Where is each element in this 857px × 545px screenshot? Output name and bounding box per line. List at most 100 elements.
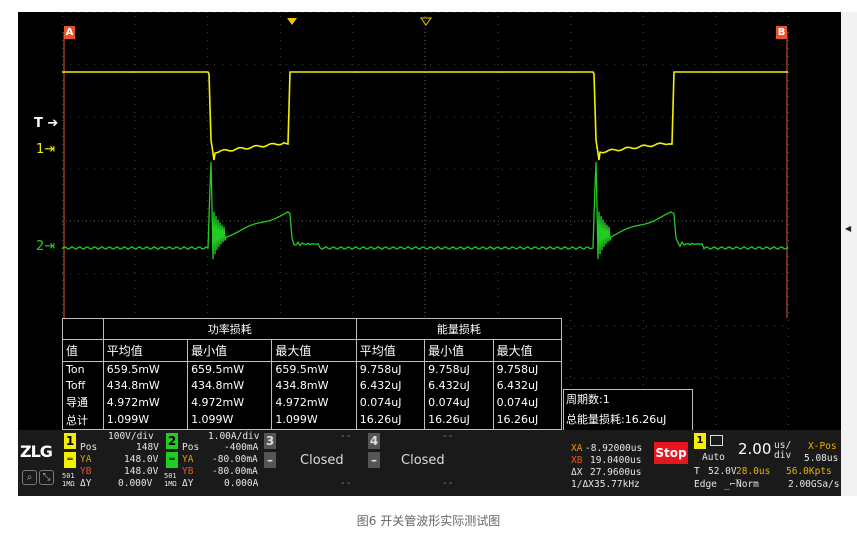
grid-dot	[214, 116, 215, 118]
grid-dot	[230, 64, 231, 66]
period-count: 周期数:1	[566, 393, 610, 406]
ch3-dy: --	[340, 478, 352, 489]
trigger-position-icon[interactable]	[287, 18, 297, 25]
grid-dot	[694, 116, 695, 118]
trigger-source-badge[interactable]: 1	[694, 433, 706, 449]
grid-dot	[630, 168, 631, 170]
trigger-level-marker[interactable]: T ➔	[34, 116, 58, 131]
table-cell: 1.099W	[187, 410, 273, 430]
grid-dot	[374, 64, 375, 66]
grid-dot	[642, 280, 644, 281]
grid-dot	[62, 12, 63, 13]
grid-dot	[470, 168, 471, 170]
search-icon[interactable]: ⌕	[22, 470, 37, 485]
ch2-number[interactable]: 2	[166, 433, 178, 449]
grid-dot	[788, 120, 789, 121]
grid-dot	[279, 80, 281, 81]
grid-dot	[642, 192, 644, 193]
zoom-icon[interactable]: ⤡	[39, 470, 54, 485]
grid-dot	[134, 112, 136, 113]
grid-dot	[352, 48, 354, 49]
grid-dot	[654, 116, 655, 118]
ch1-offset-marker[interactable]: 1⇥	[36, 142, 55, 157]
grid-dot	[207, 272, 209, 273]
grid-dot	[750, 116, 751, 118]
grid-dot	[758, 325, 759, 327]
ch1-number[interactable]: 1	[64, 433, 76, 449]
ch2-coupling-icon: ═	[166, 452, 178, 468]
grid-dot	[438, 116, 439, 118]
grid-dot	[788, 128, 789, 129]
ch2-offset-marker[interactable]: 2⇥	[36, 239, 55, 254]
grid-dot	[642, 152, 644, 153]
ch2-impedance-2: 1MΩ	[164, 480, 177, 488]
grid-dot	[110, 273, 111, 275]
grid-dot	[642, 32, 644, 33]
grid-dot	[406, 64, 407, 66]
grid-dot	[788, 160, 789, 161]
timebase-value[interactable]: 2.00	[738, 440, 771, 458]
ch4-scale: --	[442, 431, 454, 442]
ch4-number[interactable]: 4	[368, 433, 380, 449]
ch3-number[interactable]: 3	[264, 433, 276, 449]
grid-dot	[134, 288, 136, 289]
grid-dot	[788, 264, 789, 265]
grid-dot	[230, 273, 231, 275]
side-panel-handle[interactable]: ◀	[841, 12, 857, 496]
grid-dot	[497, 120, 499, 121]
grid-dot	[286, 12, 287, 13]
grid-dot	[570, 104, 572, 105]
grid-dot	[352, 200, 354, 201]
grid-dot	[110, 64, 111, 66]
cursor-b-label[interactable]: B	[776, 26, 787, 39]
grid-dot	[606, 64, 607, 66]
grid-dot	[62, 240, 63, 241]
grid-dot	[494, 273, 495, 275]
grid-dot	[726, 116, 727, 118]
grid-dot	[558, 64, 559, 66]
ch4-state: Closed	[401, 453, 445, 468]
grid-dot	[642, 24, 644, 25]
table-cell: 6.432uJ	[492, 377, 563, 394]
grid-dot	[662, 12, 663, 13]
grid-dot	[352, 208, 354, 209]
grid-dot	[134, 208, 136, 209]
grid-dot	[510, 168, 511, 170]
grid-dot	[788, 400, 789, 401]
ch1-yb: 148.0V	[124, 466, 159, 477]
grid-dot	[78, 116, 79, 118]
chevron-left-icon[interactable]: ◀	[845, 224, 851, 233]
grid-dot	[446, 116, 447, 118]
table-row: Ton 659.5mW 659.5mW 659.5mW 9.758uJ 9.75…	[62, 361, 563, 378]
grid-dot	[174, 64, 175, 66]
grid-dot	[246, 64, 247, 66]
grid-dot	[497, 240, 499, 241]
grid-dot	[70, 168, 71, 170]
stop-button[interactable]: Stop	[654, 442, 688, 464]
grid-dot	[570, 48, 572, 49]
grid-dot	[352, 256, 354, 257]
acquisition-mode[interactable]: Norm	[736, 479, 759, 490]
col-header: 最大值	[492, 339, 563, 362]
grid-dot	[782, 325, 783, 327]
grid-dot	[710, 116, 711, 118]
grid-dot	[566, 116, 567, 118]
grid-dot	[486, 168, 487, 170]
grid-dot	[670, 12, 671, 13]
grid-dot	[262, 64, 263, 66]
grid-dot	[642, 96, 644, 97]
trigger-mode[interactable]: Auto	[702, 452, 725, 463]
grid-dot	[294, 12, 295, 13]
grid-dot	[715, 200, 717, 201]
grid-dot	[497, 16, 499, 17]
grid-dot	[570, 136, 572, 137]
grid-dot	[382, 116, 383, 118]
grid-dot	[642, 200, 644, 201]
grid-dot	[582, 377, 583, 379]
grid-dot	[598, 116, 599, 118]
grid-dot	[570, 88, 572, 89]
grid-dot	[352, 16, 354, 17]
grid-dot	[279, 232, 281, 233]
grid-dot	[414, 116, 415, 118]
cursor-a-label[interactable]: A	[64, 26, 75, 39]
